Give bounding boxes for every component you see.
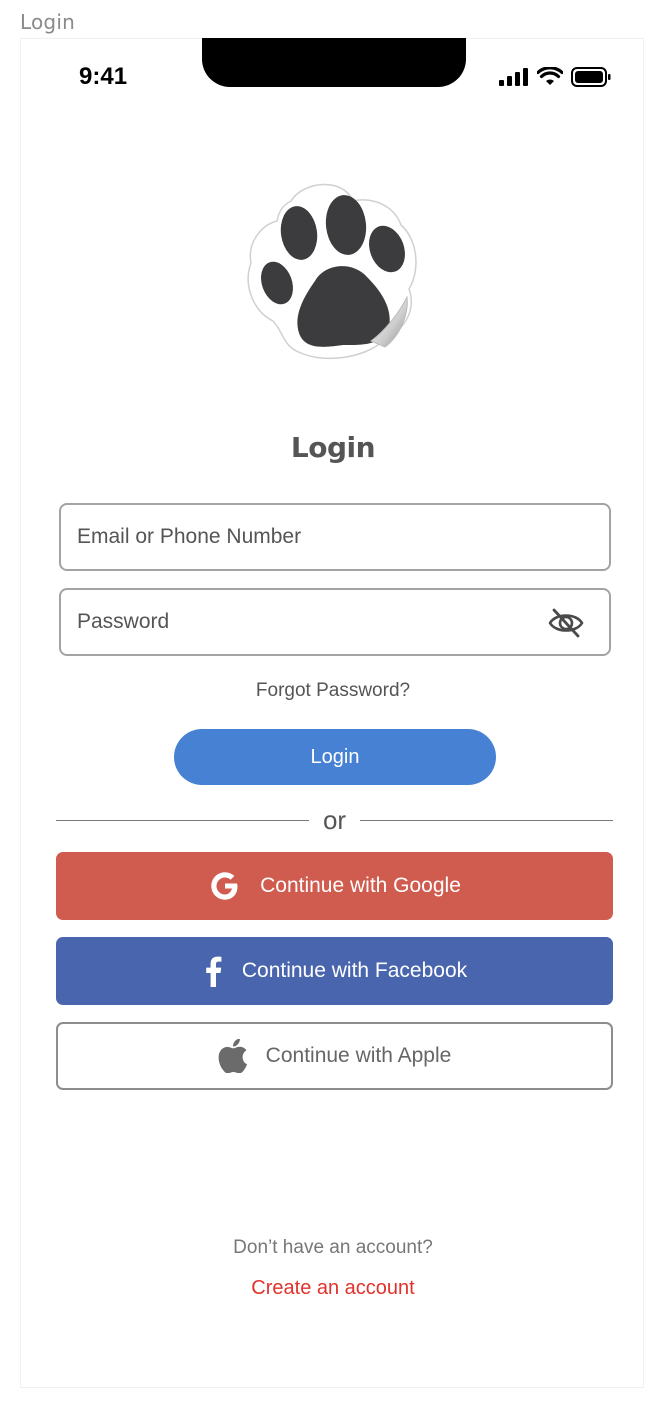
email-input[interactable] [77,525,497,549]
or-divider: or [56,805,613,835]
login-button[interactable]: Login [174,729,496,785]
google-label: Continue with Google [260,874,461,897]
or-label: or [322,805,347,835]
password-field[interactable] [59,588,611,656]
divider-line [360,819,613,821]
forgot-password-link[interactable]: Forgot Password? [21,680,645,702]
status-time: 9:41 [79,63,128,90]
battery-icon [571,67,611,87]
continue-with-facebook-button[interactable]: Continue with Facebook [56,937,613,1005]
create-account-link[interactable]: Create an account [21,1277,645,1300]
no-account-text: Don’t have an account? [233,1237,433,1258]
email-field[interactable] [59,503,611,571]
wifi-icon [537,67,563,85]
signal-icon [499,68,528,86]
continue-with-apple-button[interactable]: Continue with Apple [56,1022,613,1090]
divider-line [56,819,309,821]
frame-label: Login [20,10,75,34]
continue-with-google-button[interactable]: Continue with Google [56,852,613,920]
apple-label: Continue with Apple [265,1044,452,1067]
facebook-icon [202,955,224,987]
password-input[interactable] [77,610,497,634]
eye-slash-icon[interactable] [547,606,585,640]
status-icons [499,67,611,87]
facebook-label: Continue with Facebook [241,959,468,982]
apple-icon [218,1039,248,1073]
login-title: Login [290,431,376,464]
phone-screen: 9:41 Login Email or Phone Number Forgot … [20,38,644,1388]
google-icon [208,869,242,903]
notch [202,38,466,87]
paw-logo-icon [247,183,417,360]
